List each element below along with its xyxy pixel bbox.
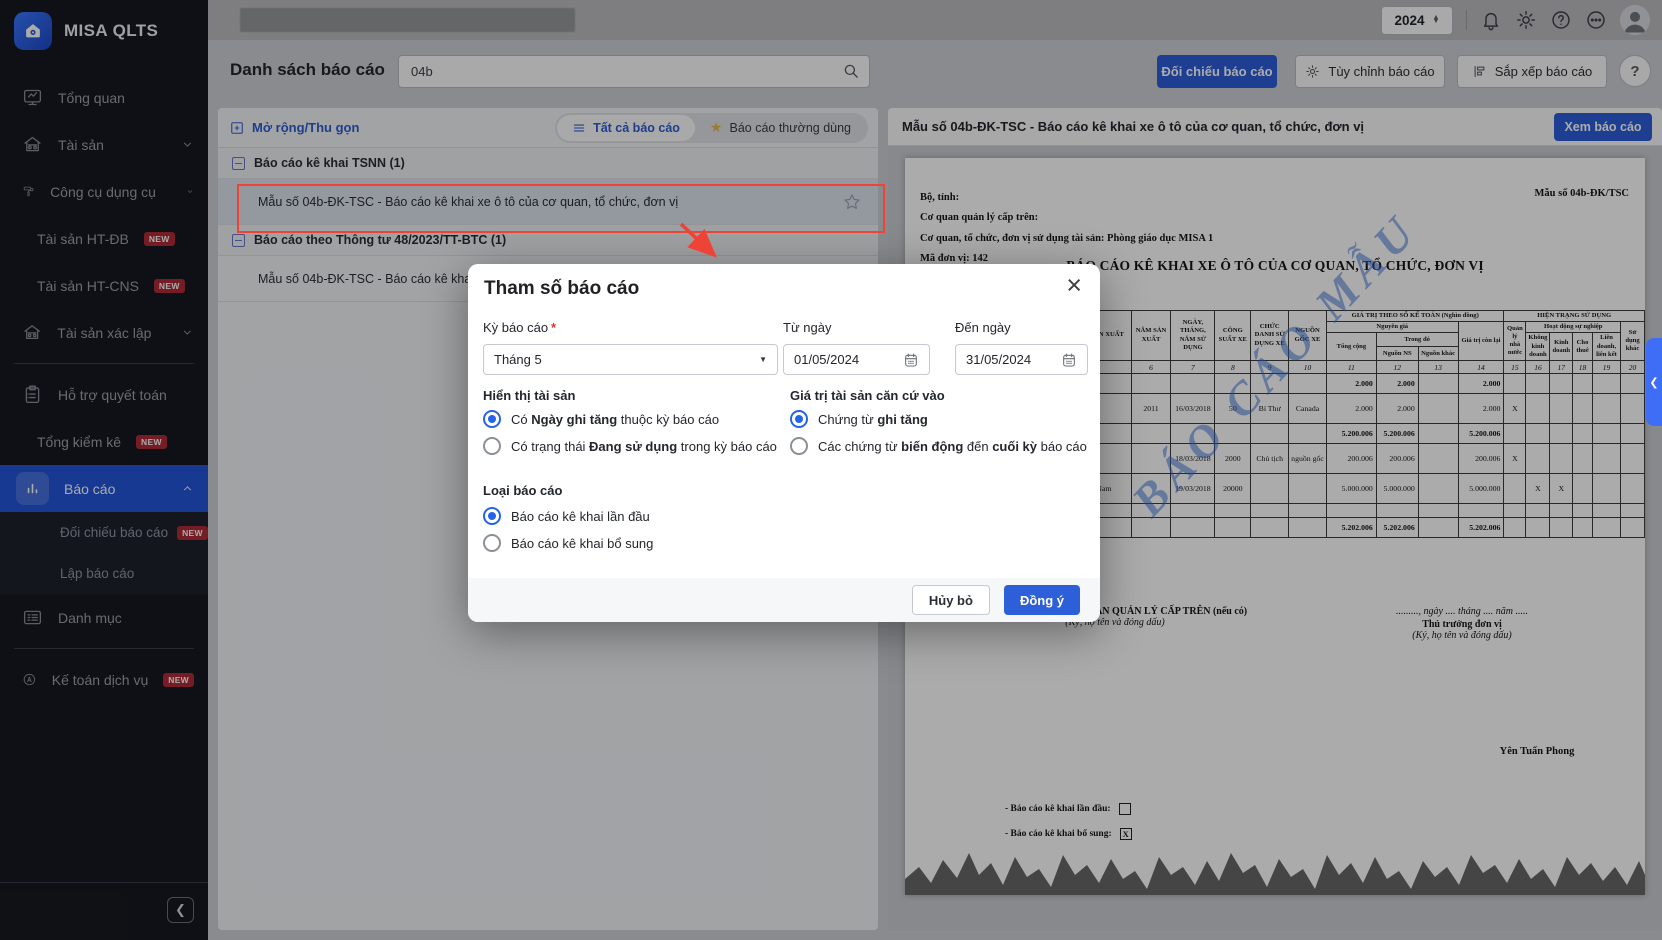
modal-footer: Hủy bỏ Đồng ý: [468, 578, 1100, 622]
to-date-label: Đến ngày: [955, 320, 1011, 335]
radio-ke-khai-lan-dau[interactable]: Báo cáo kê khai lần đầu: [483, 507, 650, 525]
calendar-icon[interactable]: [903, 352, 919, 368]
panel-expand-tab[interactable]: ❮: [1646, 338, 1662, 426]
select-caret-icon: ▼: [759, 355, 767, 364]
radio-icon[interactable]: [483, 534, 501, 552]
to-date-value: 31/05/2024: [966, 352, 1031, 367]
from-date-label: Từ ngày: [783, 320, 831, 335]
radio-icon[interactable]: [483, 507, 501, 525]
from-date-value: 01/05/2024: [794, 352, 859, 367]
radio-icon[interactable]: [483, 410, 501, 428]
radio-dang-su-dung[interactable]: Có trạng thái Đang sử dụng trong kỳ báo …: [483, 437, 777, 455]
radio-chung-tu-ghi-tang[interactable]: Chứng từ ghi tăng: [790, 410, 928, 428]
radio-icon[interactable]: [483, 437, 501, 455]
display-assets-label: Hiển thị tài sản: [483, 388, 575, 403]
from-date-input[interactable]: 01/05/2024: [783, 344, 930, 375]
report-params-modal: Tham số báo cáo × Kỳ báo cáo* Từ ngày Đế…: [468, 264, 1100, 622]
report-type-label: Loại báo cáo: [483, 483, 562, 498]
radio-icon[interactable]: [790, 410, 808, 428]
app-window: MISA QLTS Tổng quan Tài sản Công cụ dụng…: [0, 0, 1662, 940]
radio-ngay-ghi-tang[interactable]: Có Ngày ghi tăng thuộc kỳ báo cáo: [483, 410, 719, 428]
calendar-icon[interactable]: [1061, 352, 1077, 368]
modal-title: Tham số báo cáo: [484, 278, 639, 300]
chevron-left-icon: ❮: [1649, 376, 1658, 389]
period-value: Tháng 5: [494, 352, 542, 367]
radio-icon[interactable]: [790, 437, 808, 455]
period-select[interactable]: Tháng 5 ▼: [483, 344, 778, 375]
close-icon[interactable]: ×: [1066, 272, 1082, 299]
cancel-button[interactable]: Hủy bỏ: [912, 585, 990, 615]
radio-ke-khai-bo-sung[interactable]: Báo cáo kê khai bổ sung: [483, 534, 653, 552]
ok-button[interactable]: Đồng ý: [1004, 585, 1080, 615]
to-date-input[interactable]: 31/05/2024: [955, 344, 1088, 375]
required-asterisk: *: [551, 320, 556, 335]
value-basis-label: Giá trị tài sản căn cứ vào: [790, 388, 945, 403]
radio-chung-tu-bien-dong[interactable]: Các chứng từ biến động đến cuối kỳ báo c…: [790, 437, 1087, 455]
period-label: Kỳ báo cáo*: [483, 320, 556, 335]
